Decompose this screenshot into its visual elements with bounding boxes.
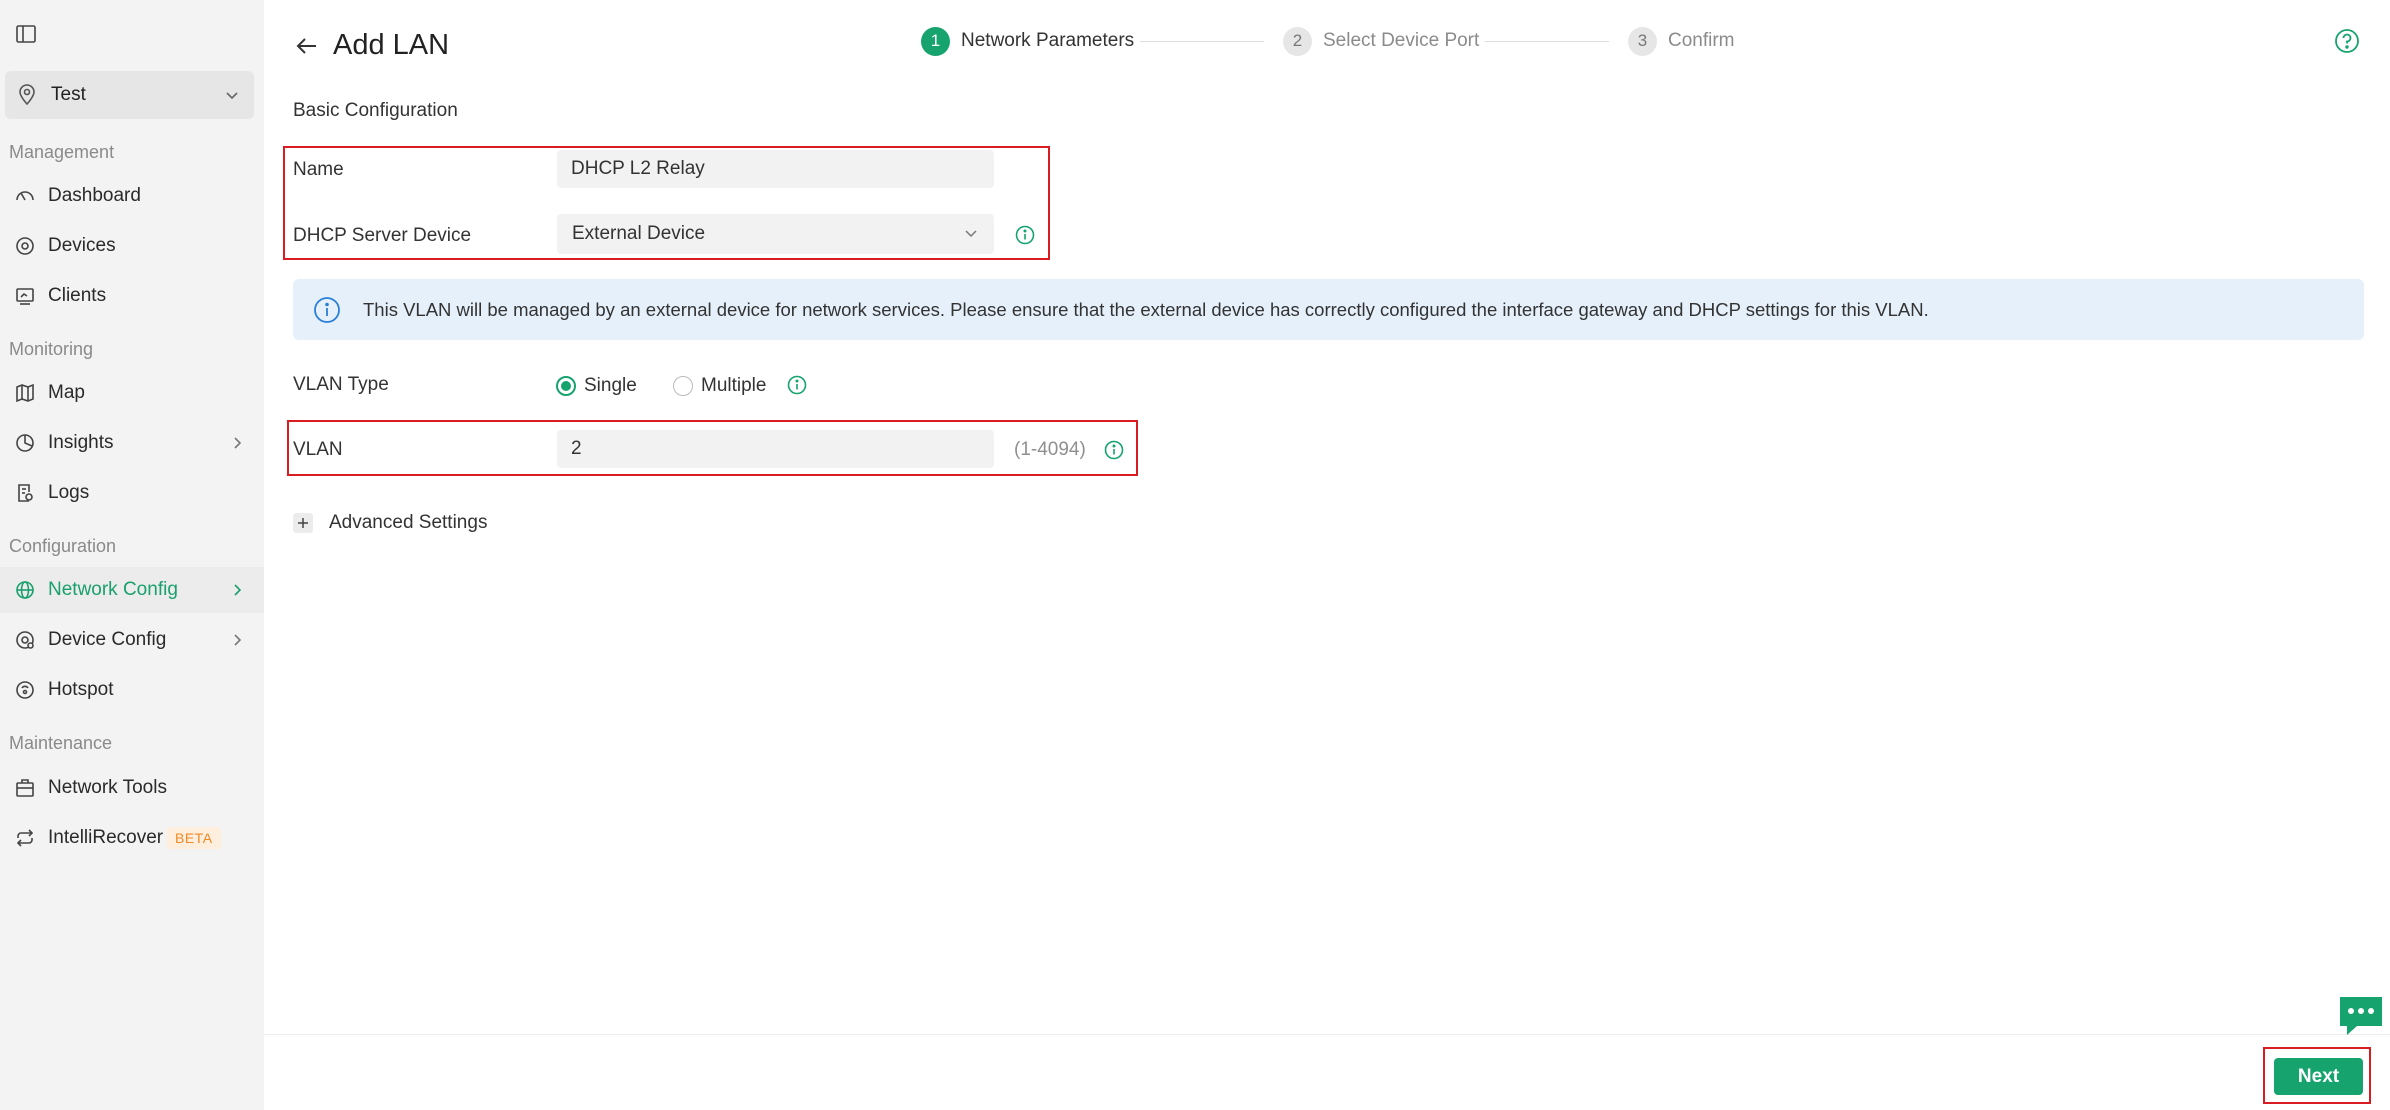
sidebar-item-map[interactable]: Map xyxy=(0,370,264,416)
back-arrow-icon[interactable] xyxy=(294,33,320,59)
chevron-right-icon xyxy=(230,582,244,598)
section-monitoring: Monitoring xyxy=(9,339,94,359)
sidebar-item-network-tools[interactable]: Network Tools xyxy=(0,765,264,811)
sidebar-item-label: Map xyxy=(48,382,85,403)
step-number: 2 xyxy=(1283,26,1312,56)
device-settings-icon xyxy=(14,629,36,651)
name-value: DHCP L2 Relay xyxy=(571,158,705,179)
vlan-type-label: VLAN Type xyxy=(293,374,389,395)
site-selector[interactable]: Test xyxy=(5,71,254,119)
radio-multiple[interactable]: Multiple xyxy=(673,374,766,398)
device-icon xyxy=(14,235,36,257)
sidebar-item-device-config[interactable]: Device Config xyxy=(0,617,264,663)
info-icon[interactable] xyxy=(1014,224,1036,246)
chevron-right-icon xyxy=(230,632,244,648)
step-number: 1 xyxy=(921,26,950,56)
section-maintenance: Maintenance xyxy=(9,733,113,753)
step-select-device-port: 2 Select Device Port xyxy=(1283,26,1479,56)
sidebar-item-label: Logs xyxy=(48,482,90,503)
step-label: Select Device Port xyxy=(1323,30,1480,51)
next-button[interactable]: Next xyxy=(2274,1058,2363,1095)
chevron-down-icon xyxy=(964,228,978,240)
help-icon[interactable] xyxy=(2334,28,2360,54)
banner-text: This VLAN will be managed by an external… xyxy=(363,299,1929,320)
dashboard-icon xyxy=(14,185,36,207)
radio-button[interactable] xyxy=(556,376,576,396)
sidebar-item-label: Hotspot xyxy=(48,679,114,700)
dhcp-server-value: External Device xyxy=(572,223,706,244)
globe-icon xyxy=(14,579,36,601)
toolbox-icon xyxy=(14,777,36,799)
sidebar-item-clients[interactable]: Clients xyxy=(0,273,264,319)
step-label: Network Parameters xyxy=(961,30,1135,51)
name-label: Name xyxy=(293,159,344,180)
sidebar-item-dashboard[interactable]: Dashboard xyxy=(0,173,264,219)
map-icon xyxy=(14,382,36,404)
radio-single[interactable]: Single xyxy=(556,374,637,398)
chevron-right-icon xyxy=(230,435,244,451)
step-connector xyxy=(1485,41,1609,42)
advanced-settings-label: Advanced Settings xyxy=(329,512,488,533)
radio-label: Multiple xyxy=(701,375,767,396)
hotspot-icon xyxy=(14,679,36,701)
chevron-down-icon xyxy=(224,87,240,103)
advanced-settings-toggle[interactable]: Advanced Settings xyxy=(293,512,487,534)
pie-chart-icon xyxy=(14,432,36,454)
dhcp-server-label: DHCP Server Device xyxy=(293,225,472,246)
vlan-label: VLAN xyxy=(293,439,343,460)
sidebar-item-label: Devices xyxy=(48,235,116,256)
step-network-parameters: 1 Network Parameters xyxy=(921,26,1134,56)
step-connector xyxy=(1140,41,1264,42)
site-name: Test xyxy=(51,84,86,105)
sidebar-item-hotspot[interactable]: Hotspot xyxy=(0,667,264,713)
plus-icon xyxy=(293,513,313,533)
name-field[interactable]: DHCP L2 Relay xyxy=(557,150,994,188)
sync-icon xyxy=(14,827,36,849)
info-icon[interactable] xyxy=(786,374,808,396)
section-title: Basic Configuration xyxy=(293,100,458,121)
radio-label: Single xyxy=(584,375,637,396)
dhcp-server-select[interactable]: External Device xyxy=(557,214,994,254)
vlan-field[interactable]: 2 xyxy=(557,430,994,468)
step-number: 3 xyxy=(1628,26,1657,56)
step-label: Confirm xyxy=(1668,30,1735,51)
sidebar-item-label: IntelliRecover xyxy=(48,827,164,848)
sidebar-item-label: Network Tools xyxy=(48,777,167,798)
section-management: Management xyxy=(9,142,115,162)
sidebar-item-label: Clients xyxy=(48,285,107,306)
info-banner: This VLAN will be managed by an external… xyxy=(293,279,2364,340)
sidebar-item-logs[interactable]: Logs xyxy=(0,470,264,516)
clients-icon xyxy=(14,285,36,307)
info-icon[interactable] xyxy=(1103,439,1125,461)
info-icon xyxy=(313,296,341,324)
sidebar-item-label: Network Config xyxy=(48,579,178,600)
chat-icon[interactable] xyxy=(2337,994,2385,1038)
sidebar-item-insights[interactable]: Insights xyxy=(0,420,264,466)
radio-button[interactable] xyxy=(673,376,693,396)
beta-badge: BETA xyxy=(167,827,221,849)
vlan-value: 2 xyxy=(571,438,582,459)
footer-divider xyxy=(264,1034,2390,1035)
sidebar-toggle-icon[interactable] xyxy=(14,22,38,46)
logs-icon xyxy=(14,482,36,504)
sidebar-item-intellirecover[interactable]: IntelliRecover BETA xyxy=(0,815,264,861)
section-configuration: Configuration xyxy=(9,536,117,556)
sidebar-item-label: Insights xyxy=(48,432,114,453)
sidebar-item-devices[interactable]: Devices xyxy=(0,223,264,269)
step-confirm: 3 Confirm xyxy=(1628,26,1735,56)
vlan-range-hint: (1-4094) xyxy=(1014,439,1086,460)
sidebar-item-network-config[interactable]: Network Config xyxy=(0,567,264,613)
page-title: Add LAN xyxy=(333,29,450,61)
location-pin-icon xyxy=(17,84,37,106)
sidebar-item-label: Device Config xyxy=(48,629,167,650)
sidebar: Test Management Dashboard Devices Client… xyxy=(0,0,264,1110)
sidebar-item-label: Dashboard xyxy=(48,185,141,206)
